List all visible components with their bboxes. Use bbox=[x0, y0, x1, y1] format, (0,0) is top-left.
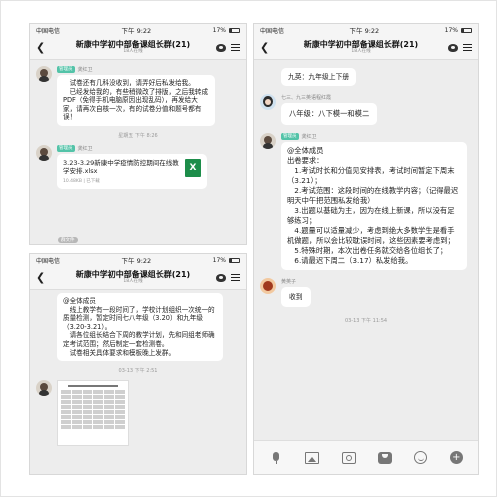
message-list: 九英：九年级上下册 七三、九三英语程红霞 八年级：八下模一和模二 管理员 龚红卫 … bbox=[254, 68, 478, 324]
message: 九英：九年级上下册 bbox=[260, 68, 472, 86]
qq-icon[interactable] bbox=[448, 43, 458, 52]
message-text: 3.出题以基础为主，因为在线上新课，所以没有足够练习； bbox=[287, 206, 455, 225]
group-title: 新康中学初中部备课组长群(21) bbox=[303, 39, 419, 49]
message-text: 4.题量可以适量减少，考虑到绝大多数学生是看手机做题，所以会比较耽误时间，这些因… bbox=[287, 226, 455, 245]
collage-frame: 中国电信 下午 9:22 17% ❮ 新康中学初中部备课组长群(21) 18人在… bbox=[0, 0, 497, 497]
avatar[interactable] bbox=[36, 144, 52, 161]
battery-label: 17% bbox=[212, 256, 226, 264]
battery-label: 17% bbox=[212, 26, 226, 34]
message-text: 已经发给我的，有些稍微改了排版，之后我转成PDF（免得手机电脑原因出现乱码），再… bbox=[63, 87, 209, 122]
battery-icon bbox=[229, 257, 240, 263]
sender-name: 龚红卫 bbox=[77, 145, 93, 152]
online-count: 18人在线 bbox=[123, 48, 143, 54]
menu-icon[interactable] bbox=[463, 44, 472, 51]
plus-icon[interactable]: + bbox=[449, 451, 463, 464]
online-count: 18人在线 bbox=[351, 48, 371, 54]
avatar[interactable] bbox=[260, 133, 276, 149]
chat-header: ❮ 新康中学初中部备课组长群(21) 18人在线 bbox=[30, 36, 246, 60]
red-packet-icon[interactable] bbox=[378, 451, 393, 464]
status-bar: 中国电信 下午 9:22 17% bbox=[30, 254, 246, 266]
message-text: @全体成员 bbox=[287, 146, 324, 155]
message-text: 线上教学有一段时间了，学校计划组织一次统一的质量检测，暂定时间七八年级（3.20… bbox=[63, 305, 215, 331]
battery-icon bbox=[229, 27, 240, 33]
group-title: 新康中学初中部备课组长群(21) bbox=[75, 269, 191, 279]
message-bubble[interactable]: 九英：九年级上下册 bbox=[281, 68, 357, 86]
message-bubble[interactable]: 八年级：八下模一和模二 bbox=[281, 103, 378, 125]
avatar[interactable] bbox=[260, 94, 276, 110]
avatar[interactable] bbox=[260, 278, 276, 294]
online-count: 18人在线 bbox=[123, 278, 143, 284]
message-bubble[interactable]: @全体成员 线上教学有一段时间了，学校计划组织一次统一的质量检测，暂定时间七八年… bbox=[57, 293, 223, 362]
message-text: 出卷要求： bbox=[287, 156, 324, 165]
chat-screenshot-1: 中国电信 下午 9:22 17% ❮ 新康中学初中部备课组长群(21) 18人在… bbox=[29, 23, 247, 245]
group-file-tag[interactable]: 群文件 bbox=[58, 237, 78, 243]
file-meta: 10.48KB | 已下载 bbox=[63, 178, 100, 184]
sender-name: 七三、九三英语程红霞 bbox=[281, 95, 332, 101]
message: 管理员 龚红卫 3.23-3.29新康中学疫情防控期间在线教学安排.xlsx 10… bbox=[36, 144, 240, 189]
message: 七三、九三英语程红霞 八年级：八下模一和模二 bbox=[260, 94, 472, 125]
admin-badge: 管理员 bbox=[57, 66, 75, 73]
message-text: 1.考试时长和分值见安排表，考试时间暂定下周末（3.21）； bbox=[287, 166, 455, 185]
message-list: 管理员 龚红卫 试卷还有几科没收到，请弄好后私发给我。 已经发给我的，有些稍微改了… bbox=[30, 66, 246, 189]
message-text: 请各位组长结合下周的教学计划，先和同组老师确定考试范围；然后制定一套检测卷。 bbox=[63, 331, 215, 348]
message-text: 试卷相关具体要求和模板晚上发群。 bbox=[69, 348, 176, 357]
message-text: 2.考试范围：这段时间的在线教学内容；（记得最迟明天中午把范围私发给我） bbox=[287, 186, 459, 205]
menu-icon[interactable] bbox=[231, 274, 240, 281]
sender-name: 龚红卫 bbox=[301, 134, 317, 140]
back-icon[interactable]: ❮ bbox=[36, 271, 50, 284]
carrier-label: 中国电信 bbox=[36, 257, 61, 265]
carrier-label: 中国电信 bbox=[260, 27, 285, 35]
avatar[interactable] bbox=[36, 66, 52, 82]
message: 管理员 龚红卫 试卷还有几科没收到，请弄好后私发给我。 已经发给我的，有些稍微改了… bbox=[36, 66, 240, 126]
message-list: @全体成员 线上教学有一段时间了，学校计划组织一次统一的质量检测，暂定时间七八年… bbox=[30, 293, 246, 447]
clock-label: 下午 9:22 bbox=[121, 27, 152, 35]
chat-screenshot-2: 中国电信 下午 9:22 17% ❮ 新康中学初中部备课组长群(21) 18人在… bbox=[29, 253, 247, 475]
input-toolbar: + bbox=[254, 440, 478, 474]
message-text: 试卷还有几科没收到，请弄好后私发给我。 bbox=[69, 79, 195, 87]
qq-icon[interactable] bbox=[216, 43, 226, 52]
file-attachment[interactable]: 3.23-3.29新康中学疫情防控期间在线教学安排.xlsx 10.48KB |… bbox=[57, 153, 207, 189]
chat-screenshot-3: 中国电信 下午 9:22 17% ❮ 新康中学初中部备课组长群(21) 18人在… bbox=[253, 23, 479, 475]
image-attachment[interactable] bbox=[57, 380, 129, 447]
carrier-label: 中国电信 bbox=[36, 27, 61, 35]
sender-name: 龚红卫 bbox=[77, 67, 93, 73]
message-text: 5.特殊时期，本次出卷任务就交给各位组长了； bbox=[294, 246, 448, 255]
sender-name: 黄英子 bbox=[281, 279, 297, 285]
message-bubble[interactable]: 试卷还有几科没收到，请弄好后私发给我。 已经发给我的，有些稍微改了排版，之后我转… bbox=[57, 75, 215, 126]
message bbox=[36, 380, 240, 447]
timestamp: 03-13 下午 11:54 bbox=[344, 318, 388, 324]
clock-label: 下午 9:22 bbox=[349, 27, 380, 35]
chat-header: ❮ 新康中学初中部备课组长群(21) 18人在线 bbox=[254, 36, 478, 60]
battery-label: 17% bbox=[444, 26, 458, 34]
clock-label: 下午 9:22 bbox=[121, 257, 152, 265]
chat-header: ❮ 新康中学初中部备课组长群(21) 18人在线 bbox=[30, 266, 246, 290]
message-bubble[interactable]: 收到 bbox=[281, 287, 311, 307]
message: 管理员 龚红卫 @全体成员 出卷要求： 1.考试时长和分值见安排表，考试时间暂定下… bbox=[260, 133, 472, 270]
message: @全体成员 线上教学有一段时间了，学校计划组织一次统一的质量检测，暂定时间七八年… bbox=[36, 293, 240, 362]
microphone-icon[interactable] bbox=[269, 451, 283, 464]
admin-badge: 管理员 bbox=[57, 144, 75, 152]
back-icon[interactable]: ❮ bbox=[36, 41, 50, 54]
back-icon[interactable]: ❮ bbox=[260, 41, 274, 54]
avatar[interactable] bbox=[36, 380, 52, 397]
status-bar: 中国电信 下午 9:22 17% bbox=[30, 24, 246, 36]
file-name: 3.23-3.29新康中学疫情防控期间在线教学安排.xlsx bbox=[63, 158, 179, 175]
admin-badge: 管理员 bbox=[281, 133, 299, 140]
excel-icon: X bbox=[185, 158, 201, 177]
emoji-icon[interactable] bbox=[414, 451, 428, 464]
message-bubble[interactable]: @全体成员 出卷要求： 1.考试时长和分值见安排表，考试时间暂定下周末（3.21… bbox=[281, 142, 467, 270]
battery-icon bbox=[461, 27, 472, 33]
image-icon[interactable] bbox=[305, 451, 320, 464]
timestamp: 03-13 下午 2:51 bbox=[118, 368, 158, 375]
timestamp: 星期五 下午 8:26 bbox=[118, 132, 158, 139]
message-text: 6.请最迟下周二（3.17）私发给我。 bbox=[294, 256, 413, 265]
status-bar: 中国电信 下午 9:22 17% bbox=[254, 24, 478, 36]
group-title: 新康中学初中部备课组长群(21) bbox=[75, 39, 191, 49]
message-text: @全体成员 bbox=[63, 297, 96, 305]
camera-icon[interactable] bbox=[341, 451, 356, 464]
menu-icon[interactable] bbox=[231, 44, 240, 51]
message: 黄英子 收到 bbox=[260, 278, 472, 307]
qq-icon[interactable] bbox=[216, 273, 226, 282]
